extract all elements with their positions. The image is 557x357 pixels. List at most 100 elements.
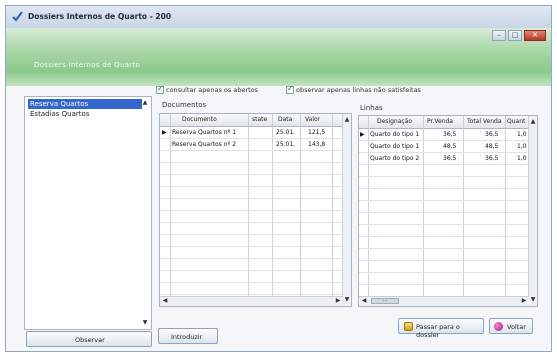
line-total-venda[interactable]: 36,5: [485, 155, 498, 162]
scroll-right-icon[interactable]: ▶: [334, 297, 342, 305]
row-divider: [359, 140, 531, 141]
line-designacao[interactable]: Quarto do tipo 1: [370, 131, 419, 138]
scroll-down-icon[interactable]: ▼: [343, 296, 351, 304]
col-divider: [272, 114, 273, 299]
row-divider: [160, 270, 345, 271]
scroll-up-icon[interactable]: ▲: [529, 118, 537, 126]
only-unsatisfied-label: observar apenas linhas não satisfeitas: [296, 86, 421, 94]
documents-grid[interactable]: Documento state Data Valor ▶ Reserva Qua…: [159, 113, 352, 307]
list-item-reserva-quartos[interactable]: Reserva Quartos: [28, 99, 142, 109]
doc-documento[interactable]: Reserva Quartos nº 2: [172, 141, 236, 148]
col-total-venda[interactable]: Total Venda: [467, 118, 502, 125]
list-item-estadias-quartos[interactable]: Estadias Quartos: [28, 109, 142, 119]
row-divider: [160, 294, 345, 295]
documents-hscroll[interactable]: ◀ ▶: [160, 296, 343, 306]
scroll-down-icon[interactable]: ▼: [529, 296, 537, 304]
row-divider: [359, 248, 531, 249]
row-divider: [160, 258, 345, 259]
scroll-left-icon[interactable]: ◀: [161, 297, 169, 305]
row-divider: [160, 150, 345, 151]
line-total-venda[interactable]: 48,5: [485, 143, 498, 150]
current-row-icon: ▶: [162, 129, 167, 136]
col-valor[interactable]: Valor: [305, 116, 320, 123]
doc-documento[interactable]: Reserva Quartos nº 1: [172, 129, 236, 136]
only-open-label: consultar apenas os abertos: [166, 86, 259, 94]
minimize-button[interactable]: –: [492, 30, 506, 41]
row-divider: [359, 284, 531, 285]
row-divider: [359, 272, 531, 273]
doc-data[interactable]: 25.01.: [276, 129, 295, 136]
col-designacao[interactable]: Designação: [377, 118, 412, 125]
voltar-button[interactable]: Voltar: [489, 318, 533, 334]
line-quant[interactable]: 1,0: [517, 131, 527, 138]
voltar-label: Voltar: [507, 323, 526, 331]
observar-label: Observar: [75, 336, 105, 344]
line-pr-venda[interactable]: 36,5: [443, 155, 456, 162]
line-pr-venda[interactable]: 48,5: [443, 143, 456, 150]
col-data[interactable]: Data: [278, 116, 292, 123]
folder-icon: [404, 322, 413, 331]
close-icon: ✕: [532, 31, 538, 39]
observar-button[interactable]: Observar: [26, 331, 152, 347]
lines-hscroll[interactable]: ◀ ··· ▶: [359, 296, 529, 306]
col-pr-venda[interactable]: Pr.Venda: [427, 118, 453, 125]
row-divider: [160, 198, 345, 199]
doc-valor[interactable]: 121,5: [308, 129, 325, 136]
doc-data[interactable]: 25.01.: [276, 141, 295, 148]
close-button[interactable]: ✕: [524, 30, 546, 41]
header-subtitle: Dossiers Internos de Quarto: [34, 61, 141, 69]
lines-vscroll[interactable]: ▲ ▼: [528, 116, 537, 306]
col-state[interactable]: state: [252, 116, 267, 123]
line-pr-venda[interactable]: 36,5: [443, 131, 456, 138]
passar-dossier-label: Passar para o dossier: [416, 323, 460, 339]
scroll-up-icon[interactable]: ▲: [141, 99, 149, 107]
current-row-icon: ▶: [360, 131, 365, 138]
row-divider: [359, 224, 531, 225]
col-quant[interactable]: Quant: [507, 118, 525, 125]
row-divider: [160, 282, 345, 283]
row-divider: [359, 236, 531, 237]
documents-grid-header: Documento state Data Valor: [160, 114, 343, 127]
doc-valor[interactable]: 143,8: [308, 141, 325, 148]
maximize-button[interactable]: □: [508, 30, 522, 41]
only-open-checkbox[interactable]: [156, 84, 164, 94]
scroll-left-icon[interactable]: ◀: [360, 297, 368, 305]
row-divider: [160, 138, 345, 139]
lines-grid[interactable]: Designação Pr.Venda Total Venda Quant ▶ …: [358, 115, 538, 307]
row-divider: [359, 212, 531, 213]
hscroll-thumb[interactable]: ···: [371, 298, 399, 304]
row-divider: [160, 210, 345, 211]
col-divider: [332, 114, 333, 299]
dossier-type-list[interactable]: Reserva Quartos Estadias Quartos ▲ ▼: [24, 96, 152, 330]
scroll-up-icon[interactable]: ▲: [343, 116, 351, 124]
header-band: Dossiers Internos de Quarto: [6, 28, 551, 86]
documents-vscroll[interactable]: ▲ ▼: [342, 114, 351, 306]
line-quant[interactable]: 1,0: [517, 155, 527, 162]
introduzir-label: Introduzir: [171, 333, 203, 341]
row-divider: [160, 234, 345, 235]
minimize-icon: –: [497, 31, 501, 39]
row-divider: [359, 164, 531, 165]
line-designacao[interactable]: Quarto do tipo 2: [370, 155, 419, 162]
introduzir-button[interactable]: Introduzir: [158, 328, 218, 344]
line-quant[interactable]: 1,0: [517, 143, 527, 150]
app-logo-icon: [12, 11, 23, 22]
col-divider: [248, 114, 249, 299]
line-total-venda[interactable]: 36,5: [485, 131, 498, 138]
passar-dossier-button[interactable]: Passar para o dossier: [398, 318, 484, 339]
only-unsatisfied-checkbox[interactable]: [286, 84, 294, 94]
maximize-icon: □: [511, 31, 519, 39]
col-documento[interactable]: Documento: [182, 116, 217, 123]
col-divider: [300, 114, 301, 299]
scroll-right-icon[interactable]: ▶: [520, 297, 528, 305]
scroll-down-icon[interactable]: ▼: [141, 319, 149, 327]
documents-section-label: Documentos: [162, 101, 207, 109]
row-divider: [359, 260, 531, 261]
row-divider: [160, 246, 345, 247]
row-divider: [359, 188, 531, 189]
row-divider: [160, 222, 345, 223]
row-divider: [359, 152, 531, 153]
line-designacao[interactable]: Quarto do tipo 1: [370, 143, 419, 150]
title-bar: Dossiers Internos de Quarto - 200: [6, 6, 551, 29]
back-icon: [494, 322, 503, 331]
